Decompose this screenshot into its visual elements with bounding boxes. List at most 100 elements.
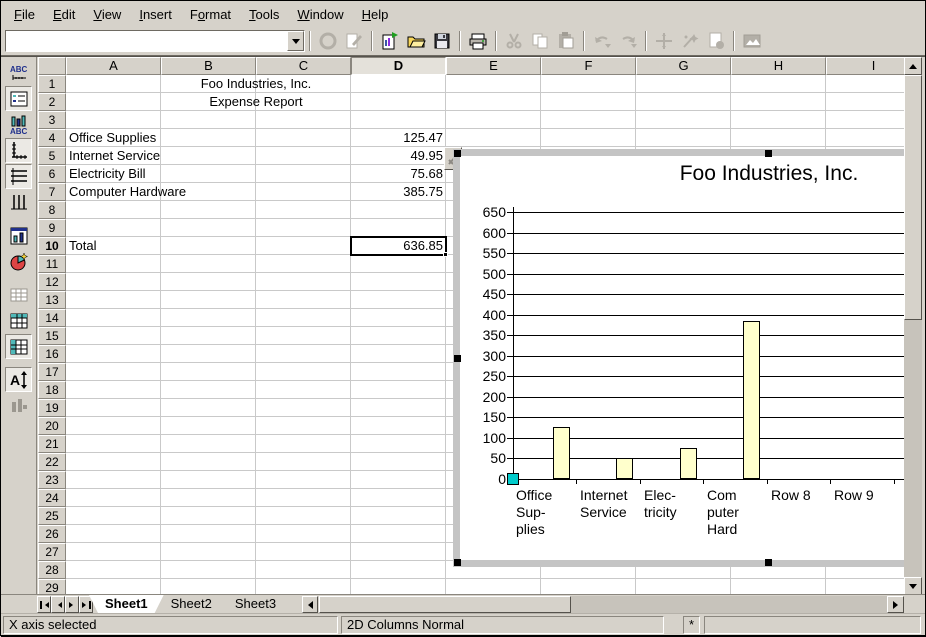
- chart-frame-bottom[interactable]: [453, 560, 904, 567]
- row-header-15[interactable]: 15: [38, 327, 66, 345]
- print-icon[interactable]: [466, 29, 490, 53]
- new-document-icon[interactable]: [378, 29, 402, 53]
- row-header-14[interactable]: 14: [38, 309, 66, 327]
- cell-D7[interactable]: 385.75: [351, 183, 446, 201]
- bar-0[interactable]: [553, 427, 570, 479]
- row-header-19[interactable]: 19: [38, 399, 66, 417]
- column-header-F[interactable]: F: [541, 57, 636, 75]
- selection-handle[interactable]: [765, 150, 772, 157]
- axes-titles-on-off-button[interactable]: ABC: [5, 112, 32, 137]
- edit-chart-type-button[interactable]: [5, 223, 32, 248]
- previous-sheet-button[interactable]: [51, 596, 65, 613]
- menu-edit[interactable]: Edit: [44, 4, 84, 25]
- scroll-up-button[interactable]: [904, 57, 922, 75]
- fill-handle[interactable]: [443, 252, 448, 257]
- row-header-21[interactable]: 21: [38, 435, 66, 453]
- column-header-C[interactable]: C: [256, 57, 351, 75]
- cell-A10[interactable]: Total: [66, 237, 161, 255]
- menu-tools[interactable]: Tools: [240, 4, 288, 25]
- row-header-29[interactable]: 29: [38, 579, 66, 594]
- row-header-17[interactable]: 17: [38, 363, 66, 381]
- cell-A7[interactable]: Computer Hardware: [66, 183, 161, 201]
- axis-selection-handle[interactable]: [507, 473, 519, 485]
- axes-on-off-button[interactable]: [5, 138, 32, 163]
- menu-window[interactable]: Window: [288, 4, 352, 25]
- select-all-corner[interactable]: [38, 57, 66, 75]
- row-header-10[interactable]: 10: [38, 237, 66, 255]
- chart-frame-top[interactable]: [453, 149, 904, 156]
- cell-D5[interactable]: 49.95: [351, 147, 446, 165]
- horizontal-grid-on-off-button[interactable]: [5, 164, 32, 189]
- y-axis-line[interactable]: [513, 207, 514, 483]
- horizontal-scrollbar-thumb[interactable]: [319, 596, 571, 613]
- row-header-18[interactable]: 18: [38, 381, 66, 399]
- titles-on-off-button[interactable]: ABC: [5, 60, 32, 85]
- cell-B1[interactable]: Foo Industries, Inc.: [161, 75, 351, 93]
- row-header-27[interactable]: 27: [38, 543, 66, 561]
- data-in-rows-button[interactable]: [5, 308, 32, 333]
- object-selector-combo[interactable]: [5, 30, 305, 52]
- bar-2[interactable]: [680, 448, 697, 479]
- legend-on-off-button[interactable]: [5, 86, 32, 111]
- tab-sheet1[interactable]: Sheet1: [89, 595, 164, 613]
- row-header-3[interactable]: 3: [38, 111, 66, 129]
- scroll-down-button[interactable]: [904, 577, 922, 594]
- cell-A4[interactable]: Office Supplies: [66, 129, 161, 147]
- row-header-4[interactable]: 4: [38, 129, 66, 147]
- save-icon[interactable]: [430, 29, 454, 53]
- vertical-scrollbar-thumb[interactable]: [904, 75, 922, 320]
- selection-handle[interactable]: [454, 559, 461, 566]
- row-header-20[interactable]: 20: [38, 417, 66, 435]
- menu-format[interactable]: Format: [181, 4, 240, 25]
- row-header-11[interactable]: 11: [38, 255, 66, 273]
- row-header-6[interactable]: 6: [38, 165, 66, 183]
- autoformat-chart-button[interactable]: [5, 249, 32, 274]
- row-header-13[interactable]: 13: [38, 291, 66, 309]
- data-in-columns-button[interactable]: [5, 334, 32, 359]
- row-header-28[interactable]: 28: [38, 561, 66, 579]
- column-header-I[interactable]: I: [826, 57, 904, 75]
- column-header-D[interactable]: D: [351, 57, 446, 75]
- menu-help[interactable]: Help: [353, 4, 398, 25]
- vertical-scrollbar[interactable]: [904, 57, 922, 594]
- combo-input[interactable]: [6, 31, 287, 51]
- next-sheet-button[interactable]: [65, 596, 79, 613]
- column-header-B[interactable]: B: [161, 57, 256, 75]
- scale-text-button[interactable]: A: [5, 367, 32, 392]
- bar-1[interactable]: [616, 458, 633, 479]
- row-header-22[interactable]: 22: [38, 453, 66, 471]
- menu-view[interactable]: View: [84, 4, 130, 25]
- row-header-12[interactable]: 12: [38, 273, 66, 291]
- bar-3[interactable]: [743, 321, 760, 479]
- column-header-A[interactable]: A: [66, 57, 161, 75]
- cell-A6[interactable]: Electricity Bill: [66, 165, 161, 183]
- column-header-G[interactable]: G: [636, 57, 731, 75]
- row-header-7[interactable]: 7: [38, 183, 66, 201]
- row-header-25[interactable]: 25: [38, 507, 66, 525]
- tab-sheet3[interactable]: Sheet3: [219, 595, 292, 613]
- selection-handle[interactable]: [765, 559, 772, 566]
- row-header-2[interactable]: 2: [38, 93, 66, 111]
- chart-object[interactable]: Foo Industries, Inc. 0501001502002503003…: [453, 149, 904, 567]
- cell-B2[interactable]: Expense Report: [161, 93, 351, 111]
- row-header-23[interactable]: 23: [38, 471, 66, 489]
- cell-A5[interactable]: Internet Service: [66, 147, 161, 165]
- combo-dropdown-button[interactable]: [287, 31, 304, 51]
- column-header-E[interactable]: E: [446, 57, 541, 75]
- vertical-grid-on-off-button[interactable]: [5, 190, 32, 215]
- selection-handle[interactable]: [454, 355, 461, 362]
- tab-sheet2[interactable]: Sheet2: [155, 595, 228, 613]
- row-header-8[interactable]: 8: [38, 201, 66, 219]
- menu-file[interactable]: File: [5, 4, 44, 25]
- cell-D4[interactable]: 125.47: [351, 129, 446, 147]
- first-sheet-button[interactable]: [37, 596, 51, 613]
- row-header-26[interactable]: 26: [38, 525, 66, 543]
- row-header-24[interactable]: 24: [38, 489, 66, 507]
- row-header-5[interactable]: 5: [38, 147, 66, 165]
- menu-insert[interactable]: Insert: [130, 4, 181, 25]
- x-axis-line[interactable]: [513, 479, 904, 480]
- row-header-16[interactable]: 16: [38, 345, 66, 363]
- selection-handle[interactable]: [454, 150, 461, 157]
- cell-D6[interactable]: 75.68: [351, 165, 446, 183]
- row-header-9[interactable]: 9: [38, 219, 66, 237]
